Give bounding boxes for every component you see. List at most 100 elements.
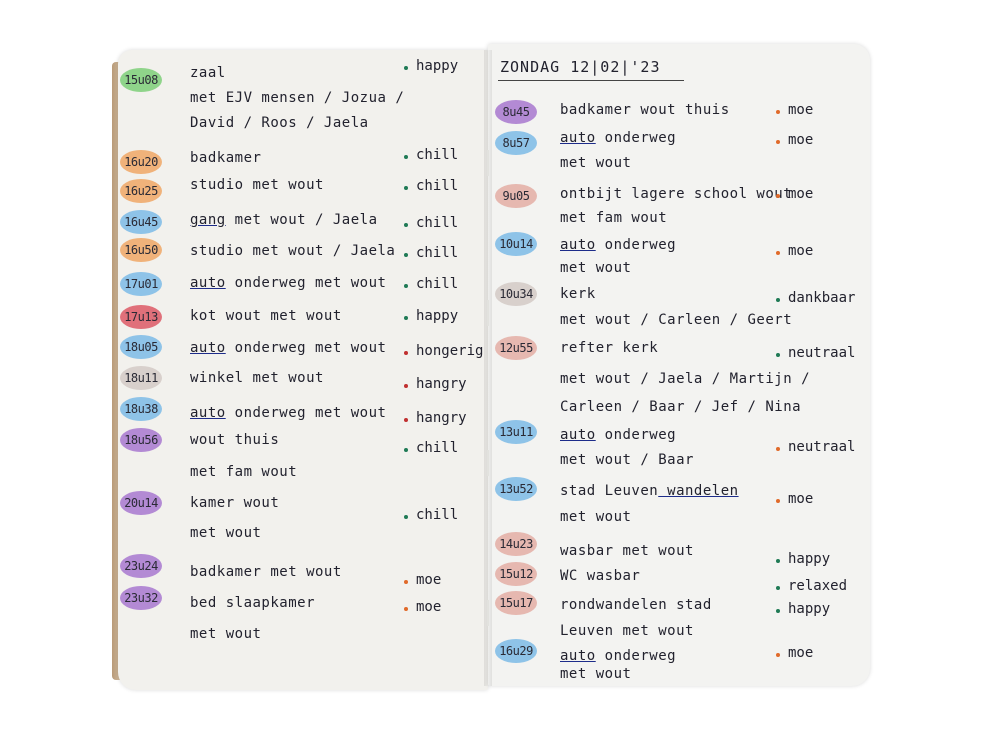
mood-label: chill — [416, 215, 459, 231]
mood-label: moe — [788, 491, 814, 507]
mood-label: happy — [788, 601, 831, 617]
mood-label: hongerig — [416, 343, 484, 359]
entry-text: WC wasbar — [560, 568, 641, 584]
underlined-word: auto — [190, 340, 226, 356]
entry-text: winkel met wout — [190, 370, 324, 386]
entry-text: met fam wout — [190, 464, 298, 480]
mood-dot-icon — [404, 448, 408, 452]
mood-dot-icon — [404, 515, 408, 519]
time-label: 16u20 — [120, 150, 162, 174]
mood-dot-icon — [404, 186, 408, 190]
entry-text: studio met wout — [190, 177, 324, 193]
mood-dot-icon — [404, 316, 408, 320]
entry-text: Leuven met wout — [560, 623, 694, 639]
entry-text: auto onderweg met wout — [190, 275, 387, 291]
entry-text: kamer wout — [190, 495, 280, 511]
entry-text: met wout — [560, 509, 632, 525]
mood-dot-icon — [776, 140, 780, 144]
mood-label: moe — [788, 132, 814, 148]
mood-label: moe — [788, 102, 814, 118]
entry-text: met wout / Baar — [560, 452, 694, 468]
time-label: 15u12 — [495, 562, 537, 586]
mood-label: moe — [788, 186, 814, 202]
time-label: 8u57 — [495, 131, 537, 155]
time-label: 23u24 — [120, 554, 162, 578]
mood-dot-icon — [404, 253, 408, 257]
date-underline — [498, 80, 684, 81]
mood-label: happy — [788, 551, 831, 567]
mood-label: dankbaar — [788, 290, 856, 306]
entry-text: met wout / Carleen / Geert — [560, 312, 793, 328]
mood-dot-icon — [776, 559, 780, 563]
binding-stitch — [487, 600, 489, 626]
mood-label: neutraal — [788, 439, 856, 455]
entry-text: stad Leuven wandelen — [560, 483, 739, 499]
time-label: 12u55 — [495, 336, 537, 360]
time-label: 14u23 — [495, 532, 537, 556]
underlined-word: auto — [560, 130, 596, 146]
mood-label: chill — [416, 440, 459, 456]
mood-dot-icon — [776, 110, 780, 114]
mood-dot-icon — [404, 223, 408, 227]
mood-dot-icon — [776, 194, 780, 198]
time-label: 17u01 — [120, 272, 162, 296]
time-label: 13u52 — [495, 477, 537, 501]
entry-text: met EJV mensen / Jozua / — [190, 90, 405, 106]
entry-text: rondwandelen stad — [560, 597, 712, 613]
mood-dot-icon — [404, 66, 408, 70]
time-label: 23u32 — [120, 586, 162, 610]
time-label: 8u45 — [495, 100, 537, 124]
time-label: 16u45 — [120, 210, 162, 234]
entry-text: badkamer wout thuis — [560, 102, 730, 118]
entry-text: met wout — [190, 626, 262, 642]
mood-label: chill — [416, 245, 459, 261]
mood-label: chill — [416, 507, 459, 523]
entry-text: wasbar met wout — [560, 543, 694, 559]
mood-label: moe — [788, 645, 814, 661]
underlined-word: auto — [560, 427, 596, 443]
time-label: 18u05 — [120, 335, 162, 359]
time-label: 20u14 — [120, 491, 162, 515]
time-label: 16u29 — [495, 639, 537, 663]
mood-label: moe — [788, 243, 814, 259]
mood-dot-icon — [404, 418, 408, 422]
mood-label: moe — [416, 599, 442, 615]
mood-label: hangry — [416, 410, 467, 426]
entry-text: ontbijt lagere school wout — [560, 186, 793, 202]
entry-text: auto onderweg — [560, 130, 677, 146]
entry-text: met wout — [560, 155, 632, 171]
entry-text: auto onderweg met wout — [190, 340, 387, 356]
time-label: 17u13 — [120, 305, 162, 329]
time-label: 10u14 — [495, 232, 537, 256]
mood-dot-icon — [776, 653, 780, 657]
underlined-word: wandelen — [658, 483, 739, 499]
time-label: 16u50 — [120, 238, 162, 262]
mood-dot-icon — [776, 609, 780, 613]
mood-dot-icon — [404, 284, 408, 288]
entry-text: auto onderweg met wout — [190, 405, 387, 421]
entry-text: met wout — [560, 666, 632, 682]
entry-text: refter kerk — [560, 340, 659, 356]
time-label: 15u17 — [495, 591, 537, 615]
entry-text: met wout — [560, 260, 632, 276]
binding-stitch — [487, 150, 489, 176]
binding-stitch — [487, 300, 489, 326]
mood-dot-icon — [776, 298, 780, 302]
underlined-word: auto — [560, 648, 596, 664]
entry-text: auto onderweg — [560, 427, 677, 443]
time-label: 15u08 — [120, 68, 162, 92]
underlined-word: auto — [560, 237, 596, 253]
mood-dot-icon — [404, 384, 408, 388]
entry-text: auto onderweg — [560, 648, 677, 664]
mood-label: chill — [416, 147, 459, 163]
mood-dot-icon — [776, 499, 780, 503]
mood-label: neutraal — [788, 345, 856, 361]
underlined-word: auto — [190, 275, 226, 291]
entry-text: studio met wout / Jaela — [190, 243, 396, 259]
entry-text: bed slaapkamer — [190, 595, 316, 611]
underlined-word: auto — [190, 405, 226, 421]
mood-dot-icon — [776, 251, 780, 255]
entry-text: met wout — [190, 525, 262, 541]
time-label: 9u05 — [495, 184, 537, 208]
entry-text: David / Roos / Jaela — [190, 115, 369, 131]
